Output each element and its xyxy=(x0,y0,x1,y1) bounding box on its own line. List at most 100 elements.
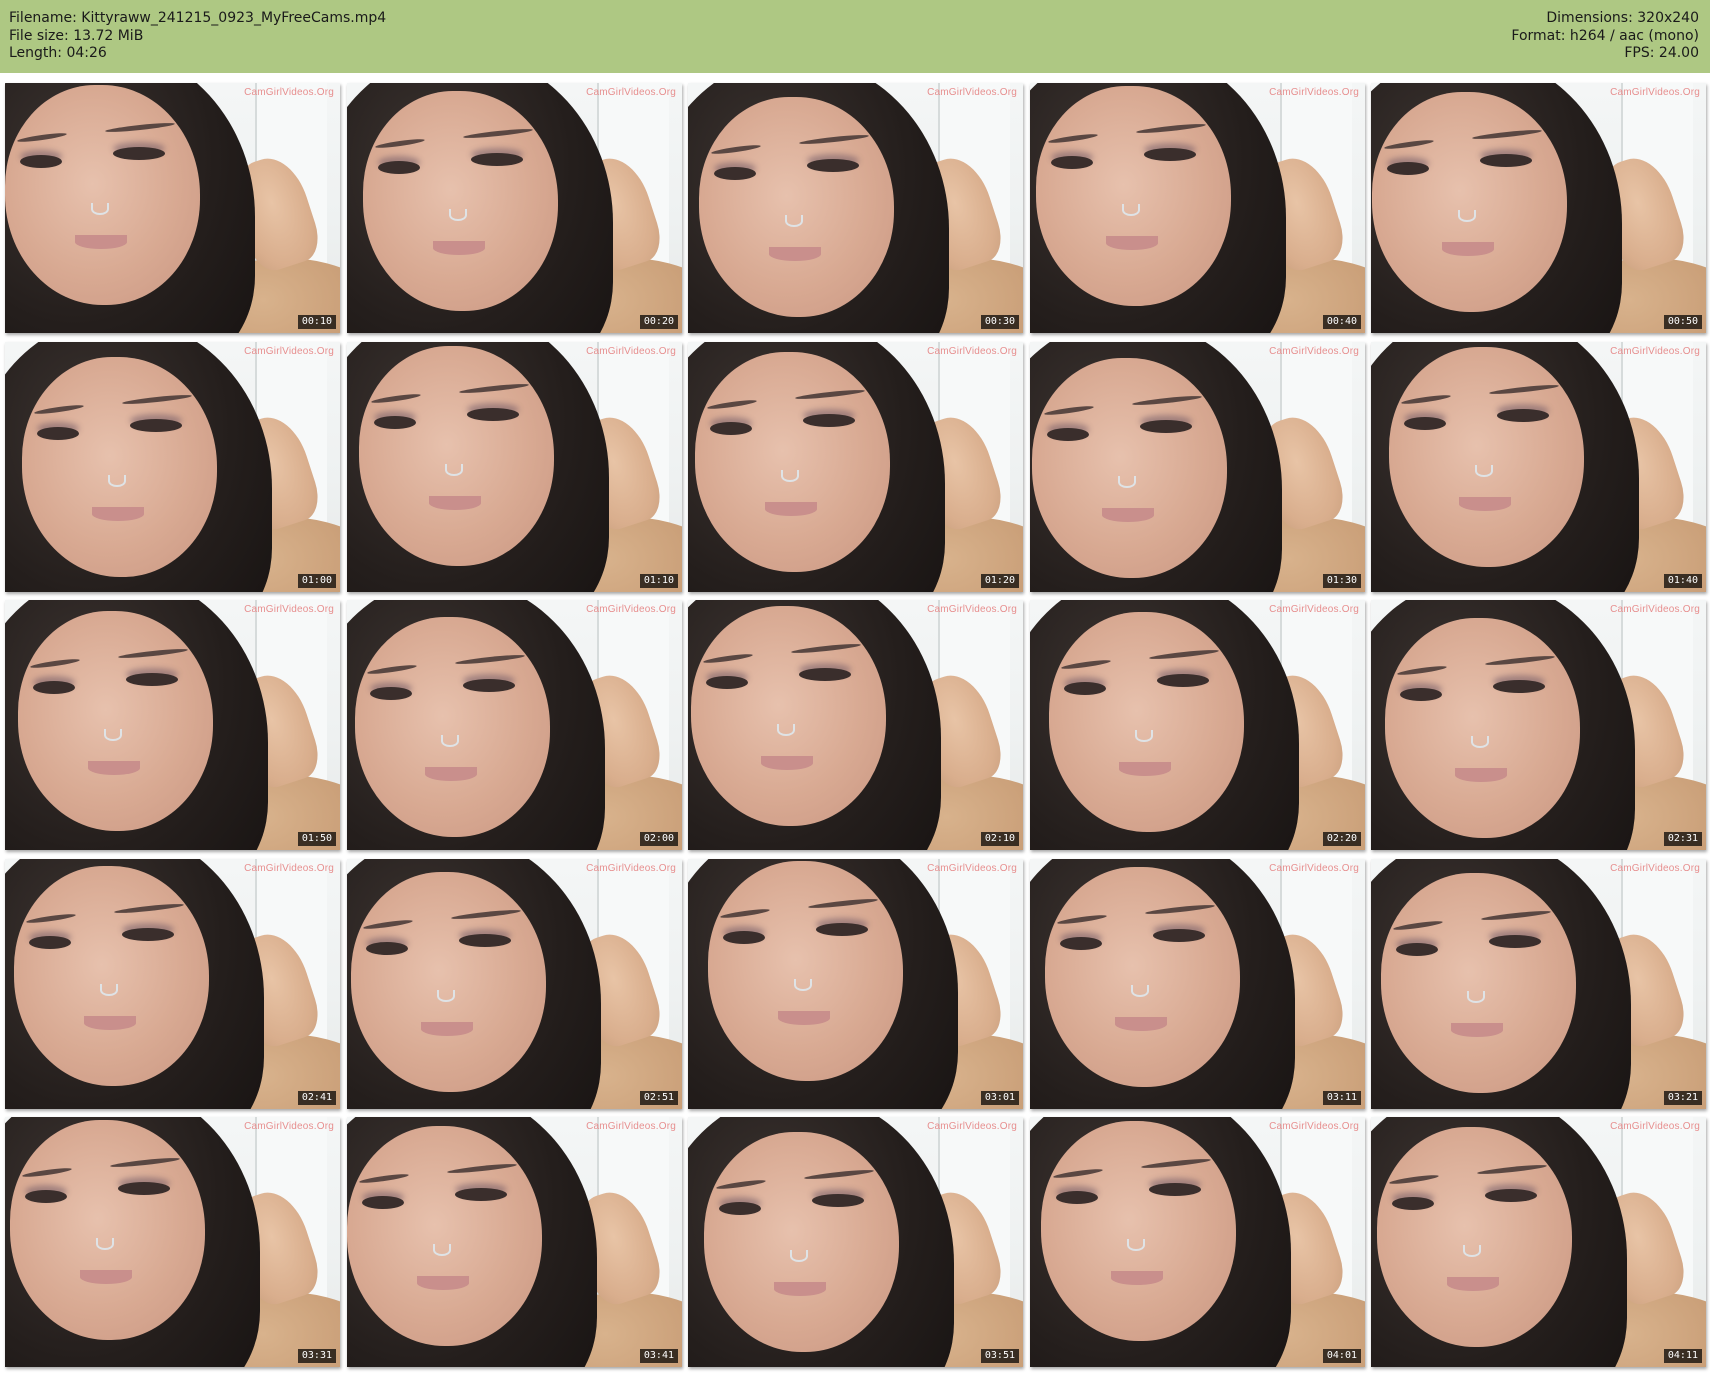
timestamp-label: 03:41 xyxy=(639,1349,678,1363)
face-shape xyxy=(14,866,209,1086)
right-brow xyxy=(1131,394,1203,407)
nose-ring xyxy=(433,1244,451,1256)
right-brow xyxy=(117,647,189,660)
mouth xyxy=(1459,497,1511,511)
mouth xyxy=(1447,1277,1499,1291)
timestamp-label: 00:30 xyxy=(980,315,1019,329)
timestamp-label: 02:41 xyxy=(297,1091,336,1105)
mouth xyxy=(1102,508,1154,522)
watermark-text: CamGirlVideos.Org xyxy=(1269,863,1359,874)
watermark-text: CamGirlVideos.Org xyxy=(244,1121,334,1132)
nose-ring xyxy=(1122,204,1140,216)
mouth xyxy=(761,756,813,770)
watermark-text: CamGirlVideos.Org xyxy=(244,863,334,874)
nose-ring xyxy=(781,470,799,482)
watermark-text: CamGirlVideos.Org xyxy=(1269,346,1359,357)
mouth xyxy=(75,235,127,249)
video-thumbnail: CamGirlVideos.Org 02:20 xyxy=(1030,600,1365,850)
timestamp-label: 03:51 xyxy=(980,1349,1019,1363)
timestamp-label: 02:20 xyxy=(1322,832,1361,846)
left-eye xyxy=(37,427,79,440)
face-shape xyxy=(1049,612,1244,832)
video-thumbnail: CamGirlVideos.Org 04:01 xyxy=(1030,1117,1365,1367)
video-thumbnail: CamGirlVideos.Org 01:00 xyxy=(5,342,340,592)
mouth xyxy=(774,1282,826,1296)
left-brow xyxy=(715,1178,767,1191)
watermark-text: CamGirlVideos.Org xyxy=(586,1121,676,1132)
nose-ring xyxy=(777,724,795,736)
timestamp-label: 03:01 xyxy=(980,1091,1019,1105)
left-eye xyxy=(1396,943,1438,956)
left-eye xyxy=(1060,937,1102,950)
left-eye xyxy=(1056,1191,1098,1204)
left-eye xyxy=(719,1202,761,1215)
fps-text: FPS: 24.00 xyxy=(1624,45,1699,61)
left-eye xyxy=(1387,162,1429,175)
nose-ring xyxy=(100,984,118,996)
left-eye xyxy=(1047,428,1089,441)
left-brow xyxy=(370,392,422,405)
mouth xyxy=(778,1011,830,1025)
left-brow xyxy=(362,918,414,931)
nose-ring xyxy=(1131,985,1149,997)
right-eye xyxy=(1153,929,1205,942)
mouth xyxy=(1119,762,1171,776)
timestamp-label: 00:20 xyxy=(639,315,678,329)
right-brow xyxy=(1140,1157,1212,1170)
right-brow xyxy=(1476,1163,1548,1176)
left-brow xyxy=(358,1172,410,1185)
left-eye xyxy=(1392,1197,1434,1210)
left-brow xyxy=(374,137,426,150)
video-thumbnail: CamGirlVideos.Org 01:30 xyxy=(1030,342,1365,592)
dimensions-text: Dimensions: 320x240 xyxy=(1546,10,1699,26)
nose-ring xyxy=(1135,730,1153,742)
timestamp-label: 02:31 xyxy=(1663,832,1702,846)
mouth xyxy=(765,502,817,516)
left-brow xyxy=(1056,913,1108,926)
timestamp-label: 02:10 xyxy=(980,832,1019,846)
watermark-text: CamGirlVideos.Org xyxy=(927,87,1017,98)
right-eye xyxy=(1497,409,1549,422)
right-brow xyxy=(1471,128,1543,141)
watermark-text: CamGirlVideos.Org xyxy=(1269,87,1359,98)
timestamp-label: 03:11 xyxy=(1322,1091,1361,1105)
watermark-text: CamGirlVideos.Org xyxy=(586,863,676,874)
timestamp-label: 01:20 xyxy=(980,574,1019,588)
face-shape xyxy=(708,861,903,1081)
watermark-text: CamGirlVideos.Org xyxy=(927,1121,1017,1132)
nose-ring xyxy=(96,1238,114,1250)
right-eye xyxy=(122,928,174,941)
nose-ring xyxy=(790,1250,808,1262)
right-brow xyxy=(1480,909,1552,922)
face-shape xyxy=(1032,358,1227,578)
left-eye xyxy=(25,1190,67,1203)
file-info-left: Filename: Kittyraww_241215_0923_MyFreeCa… xyxy=(9,10,386,63)
video-thumbnail: CamGirlVideos.Org 02:00 xyxy=(347,600,682,850)
watermark-text: CamGirlVideos.Org xyxy=(1610,604,1700,615)
video-thumbnail: CamGirlVideos.Org 02:31 xyxy=(1371,600,1706,850)
timestamp-label: 00:50 xyxy=(1663,315,1702,329)
left-brow xyxy=(366,663,418,676)
right-brow xyxy=(1148,648,1220,661)
video-thumbnail: CamGirlVideos.Org 03:11 xyxy=(1030,859,1365,1109)
mouth xyxy=(80,1270,132,1284)
right-eye xyxy=(1140,420,1192,433)
timestamp-label: 00:40 xyxy=(1322,315,1361,329)
face-shape xyxy=(363,91,558,311)
left-eye xyxy=(378,161,420,174)
face-shape xyxy=(1041,1121,1236,1341)
watermark-text: CamGirlVideos.Org xyxy=(586,87,676,98)
video-thumbnail: CamGirlVideos.Org 00:10 xyxy=(5,83,340,333)
mouth xyxy=(1115,1017,1167,1031)
left-brow xyxy=(702,652,754,665)
video-thumbnail: CamGirlVideos.Org 03:01 xyxy=(688,859,1023,1109)
face-shape xyxy=(1036,86,1231,306)
left-eye xyxy=(29,936,71,949)
right-brow xyxy=(462,127,534,140)
watermark-text: CamGirlVideos.Org xyxy=(1610,87,1700,98)
left-brow xyxy=(21,1166,73,1179)
timestamp-label: 01:10 xyxy=(639,574,678,588)
timestamp-label: 01:00 xyxy=(297,574,336,588)
thumbnail-grid: CamGirlVideos.Org 00:10 CamGirlVideos.Org 0… xyxy=(0,73,1710,1373)
watermark-text: CamGirlVideos.Org xyxy=(927,346,1017,357)
